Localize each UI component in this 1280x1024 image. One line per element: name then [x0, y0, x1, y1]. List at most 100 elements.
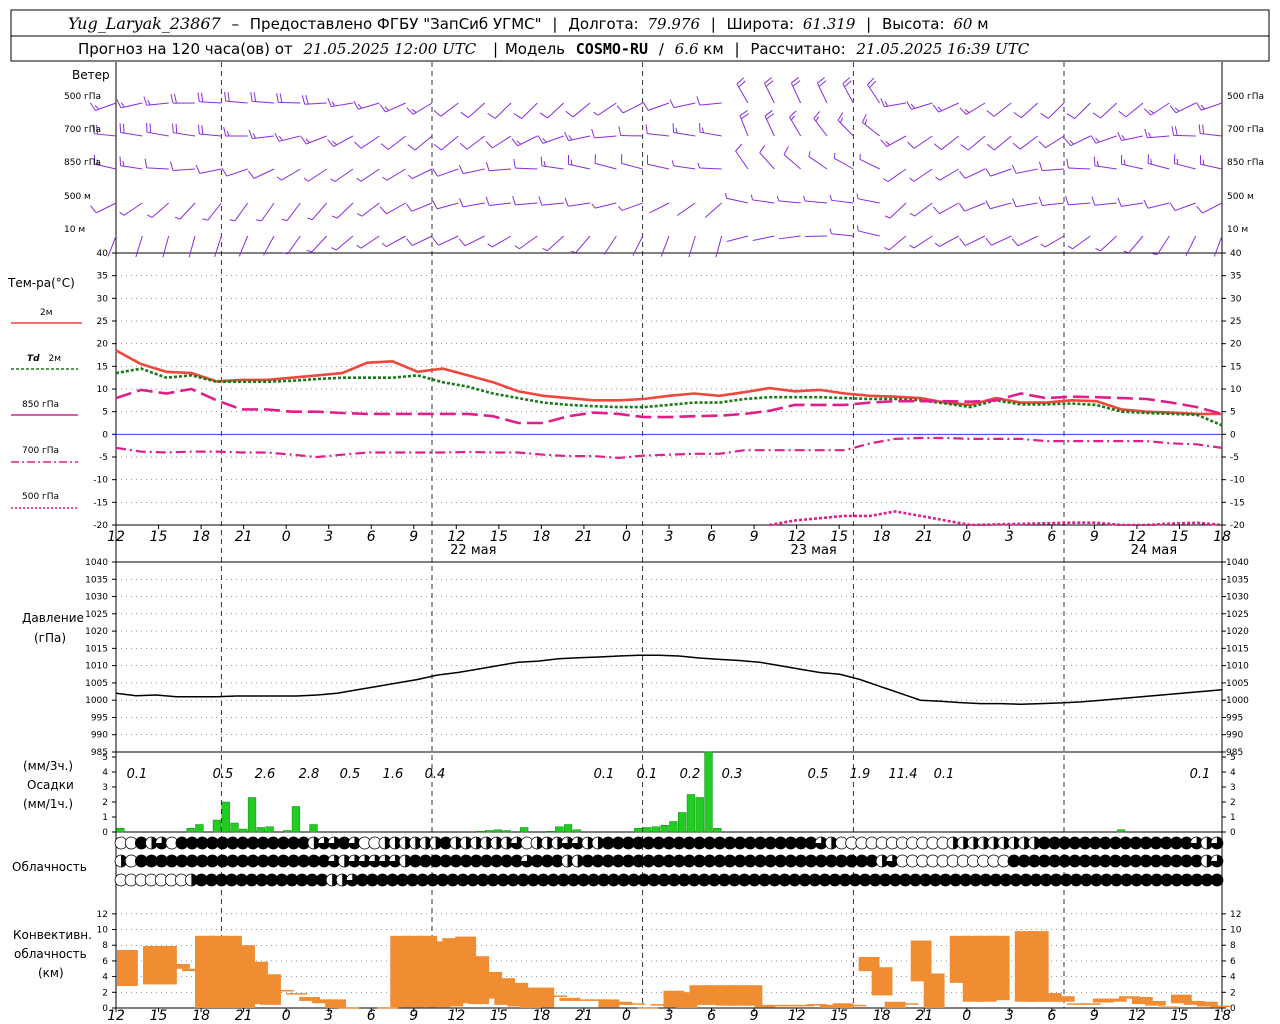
- pres-tick-label-left-6: 1015: [85, 644, 108, 654]
- wind-barb-3-30-feather-0: [356, 213, 363, 217]
- wind-barb-2-120: [1147, 154, 1170, 170]
- wind-barb-1-18: [248, 129, 275, 140]
- wind-barb-1-3-feather-1: [123, 123, 125, 134]
- wind-barb-4-42-staff: [464, 235, 485, 247]
- wind-barb-2-57-staff: [594, 162, 617, 170]
- wind-barb-3-12-feather-0: [202, 218, 208, 221]
- wind-barb-3-117-staff: [1121, 202, 1144, 207]
- time-label-top-1: 15: [150, 529, 168, 545]
- conv-bar-12: [273, 989, 294, 992]
- wind-barb-3-75-staff: [752, 199, 775, 204]
- wind-barb-0-15-feather-0: [224, 91, 227, 102]
- wind-barb-3-102-feather-0: [985, 200, 991, 210]
- wind-barb-1-42: [459, 135, 485, 150]
- wind-barb-3-54-feather-0: [564, 197, 569, 207]
- wind-barb-3-111-staff: [1068, 202, 1091, 206]
- wind-barb-1-114-feather-1: [1095, 137, 1100, 143]
- wind-level-left-3: 500 м: [64, 192, 91, 202]
- wind-barb-0-75: [764, 77, 775, 104]
- wind-barb-0-51-staff: [547, 102, 565, 119]
- prec-tick-label-right-5: 5: [1230, 753, 1236, 763]
- pressure-line: [115, 654, 1223, 706]
- wind-barb-1-102-staff: [994, 135, 1012, 151]
- wind-barb-0-90-feather-0: [880, 97, 885, 107]
- wind-barb-1-93-feather-0: [907, 141, 915, 149]
- wind-barb-3-72: [725, 192, 749, 204]
- wind-barb-1-48: [511, 135, 538, 147]
- alt-value: 60: [953, 15, 973, 33]
- pres-tick-label-right-8: 1025: [1226, 610, 1249, 620]
- wind-barb-2-87-staff: [859, 158, 880, 170]
- wind-barb-4-84-staff: [831, 233, 854, 237]
- wind-barb-4-39: [432, 235, 459, 246]
- wind-barb-2-102-feather-0: [985, 168, 991, 177]
- wind-barb-3-57-feather-0: [591, 203, 596, 209]
- wind-barb-0-120-feather-0: [1143, 108, 1152, 116]
- time-label-top-26: 18: [1213, 529, 1231, 545]
- wind-barb-3-99: [958, 202, 986, 212]
- wind-barb-1-102: [986, 135, 1012, 151]
- wind-barb-1-108: [1038, 135, 1065, 149]
- precip-bar-12: [221, 801, 230, 833]
- wind-barb-4-45-feather-0: [487, 243, 493, 248]
- wind-barb-1-105-feather-0: [1012, 142, 1021, 150]
- precip-bar-51: [563, 824, 573, 833]
- time-label-top-2: 18: [192, 529, 210, 545]
- temp-tick-label-left-6: 10: [97, 385, 109, 395]
- wind-barb-4-84: [829, 228, 854, 237]
- wind-barb-0-81: [816, 77, 828, 104]
- wind-barb-3-60-feather-0: [618, 206, 623, 211]
- conv-label-3: (км): [38, 966, 64, 980]
- wind-barb-0-42-feather-0: [460, 111, 469, 119]
- wind-barb-2-81-feather-0: [808, 151, 811, 157]
- wind-barb-0-54-staff: [572, 102, 591, 118]
- wind-barb-0-9-feather-1: [173, 94, 177, 104]
- wind-barb-2-117-feather-1: [1123, 159, 1126, 166]
- wind-barb-3-54: [564, 197, 591, 207]
- pressure-panel: 985 985990 990995 9951000 10001005 10051010 10…: [85, 558, 1249, 758]
- time-label-top-15: 9: [750, 529, 759, 545]
- wind-barb-0-123-feather-0: [1169, 105, 1177, 114]
- conv-bar-74: [1079, 1003, 1101, 1005]
- wind-level-right-1: 700 гПа: [1227, 125, 1264, 135]
- wind-level-left-1: 700 гПа: [64, 125, 101, 135]
- wind-barb-0-18: [250, 92, 275, 104]
- wind-barb-3-99-feather-0: [958, 203, 965, 212]
- wind-barb-3-27-feather-0: [332, 215, 338, 219]
- wind-barb-4-102-staff: [991, 235, 1012, 246]
- wind-barb-0-120: [1143, 102, 1170, 116]
- wind-barb-2-99-staff: [964, 168, 986, 179]
- wind-barb-2-21: [276, 168, 301, 181]
- pressure-label-1: Давление: [22, 611, 84, 625]
- wind-barb-4-111-staff: [1072, 235, 1091, 250]
- temp-tick-label-right-3: -5: [1230, 453, 1239, 463]
- precip-bar-67: [704, 751, 713, 833]
- wind-barb-2-27-feather-0: [330, 178, 336, 183]
- precip-bar-52: [572, 829, 581, 833]
- wind-barb-3-111: [1065, 195, 1091, 206]
- wind-barb-1-39-staff: [441, 135, 459, 151]
- wind-barb-4-90-staff: [888, 235, 907, 251]
- wind-barb-0-114-staff: [1100, 102, 1118, 119]
- wind-barb-4-51: [542, 235, 565, 252]
- wind-barb-4-36: [406, 235, 433, 247]
- wind-barb-0-12-feather-0: [197, 92, 200, 102]
- wind-barb-1-99: [960, 135, 986, 151]
- model-res-unit: км: [703, 40, 723, 58]
- precip-3h-label-6: 0.4: [425, 767, 446, 782]
- wind-barb-0-126: [1195, 102, 1223, 111]
- wind-barb-2-78-staff: [783, 154, 801, 170]
- wind-barb-2-12-staff: [199, 168, 222, 174]
- time-label-top-7: 9: [409, 529, 418, 545]
- wind-barb-3-93-feather-0: [909, 212, 915, 217]
- wind-barb-3-33-staff: [386, 202, 406, 215]
- model-label: Модель: [505, 40, 565, 58]
- wind-barb-1-102-feather-0: [986, 143, 995, 151]
- wind-barb-3-36-staff: [411, 202, 433, 212]
- wind-barb-2-36-feather-0: [407, 174, 413, 179]
- pres-tick-label-left-7: 1020: [85, 627, 108, 637]
- pres-tick-label-right-3: 1000: [1226, 696, 1249, 706]
- wind-barb-3-45-staff: [489, 202, 512, 207]
- pres-tick-label-left-2: 995: [91, 713, 108, 723]
- wind-barb-1-84: [837, 112, 854, 137]
